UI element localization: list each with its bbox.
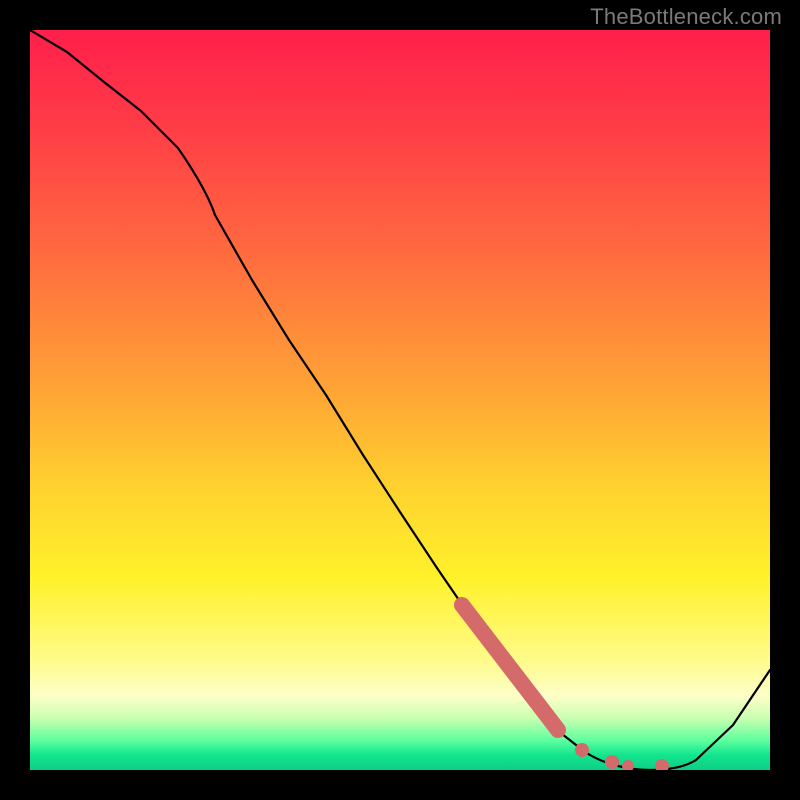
marker-dot (655, 759, 669, 770)
curve-svg (30, 30, 770, 770)
marker-dot (622, 760, 634, 770)
marker-dot (605, 755, 619, 769)
highlight-segment (462, 605, 558, 730)
watermark-text: TheBottleneck.com (590, 4, 782, 30)
plot-area (30, 30, 770, 770)
chart-frame: TheBottleneck.com (0, 0, 800, 800)
curve-line (30, 30, 770, 770)
marker-dot (575, 743, 589, 757)
